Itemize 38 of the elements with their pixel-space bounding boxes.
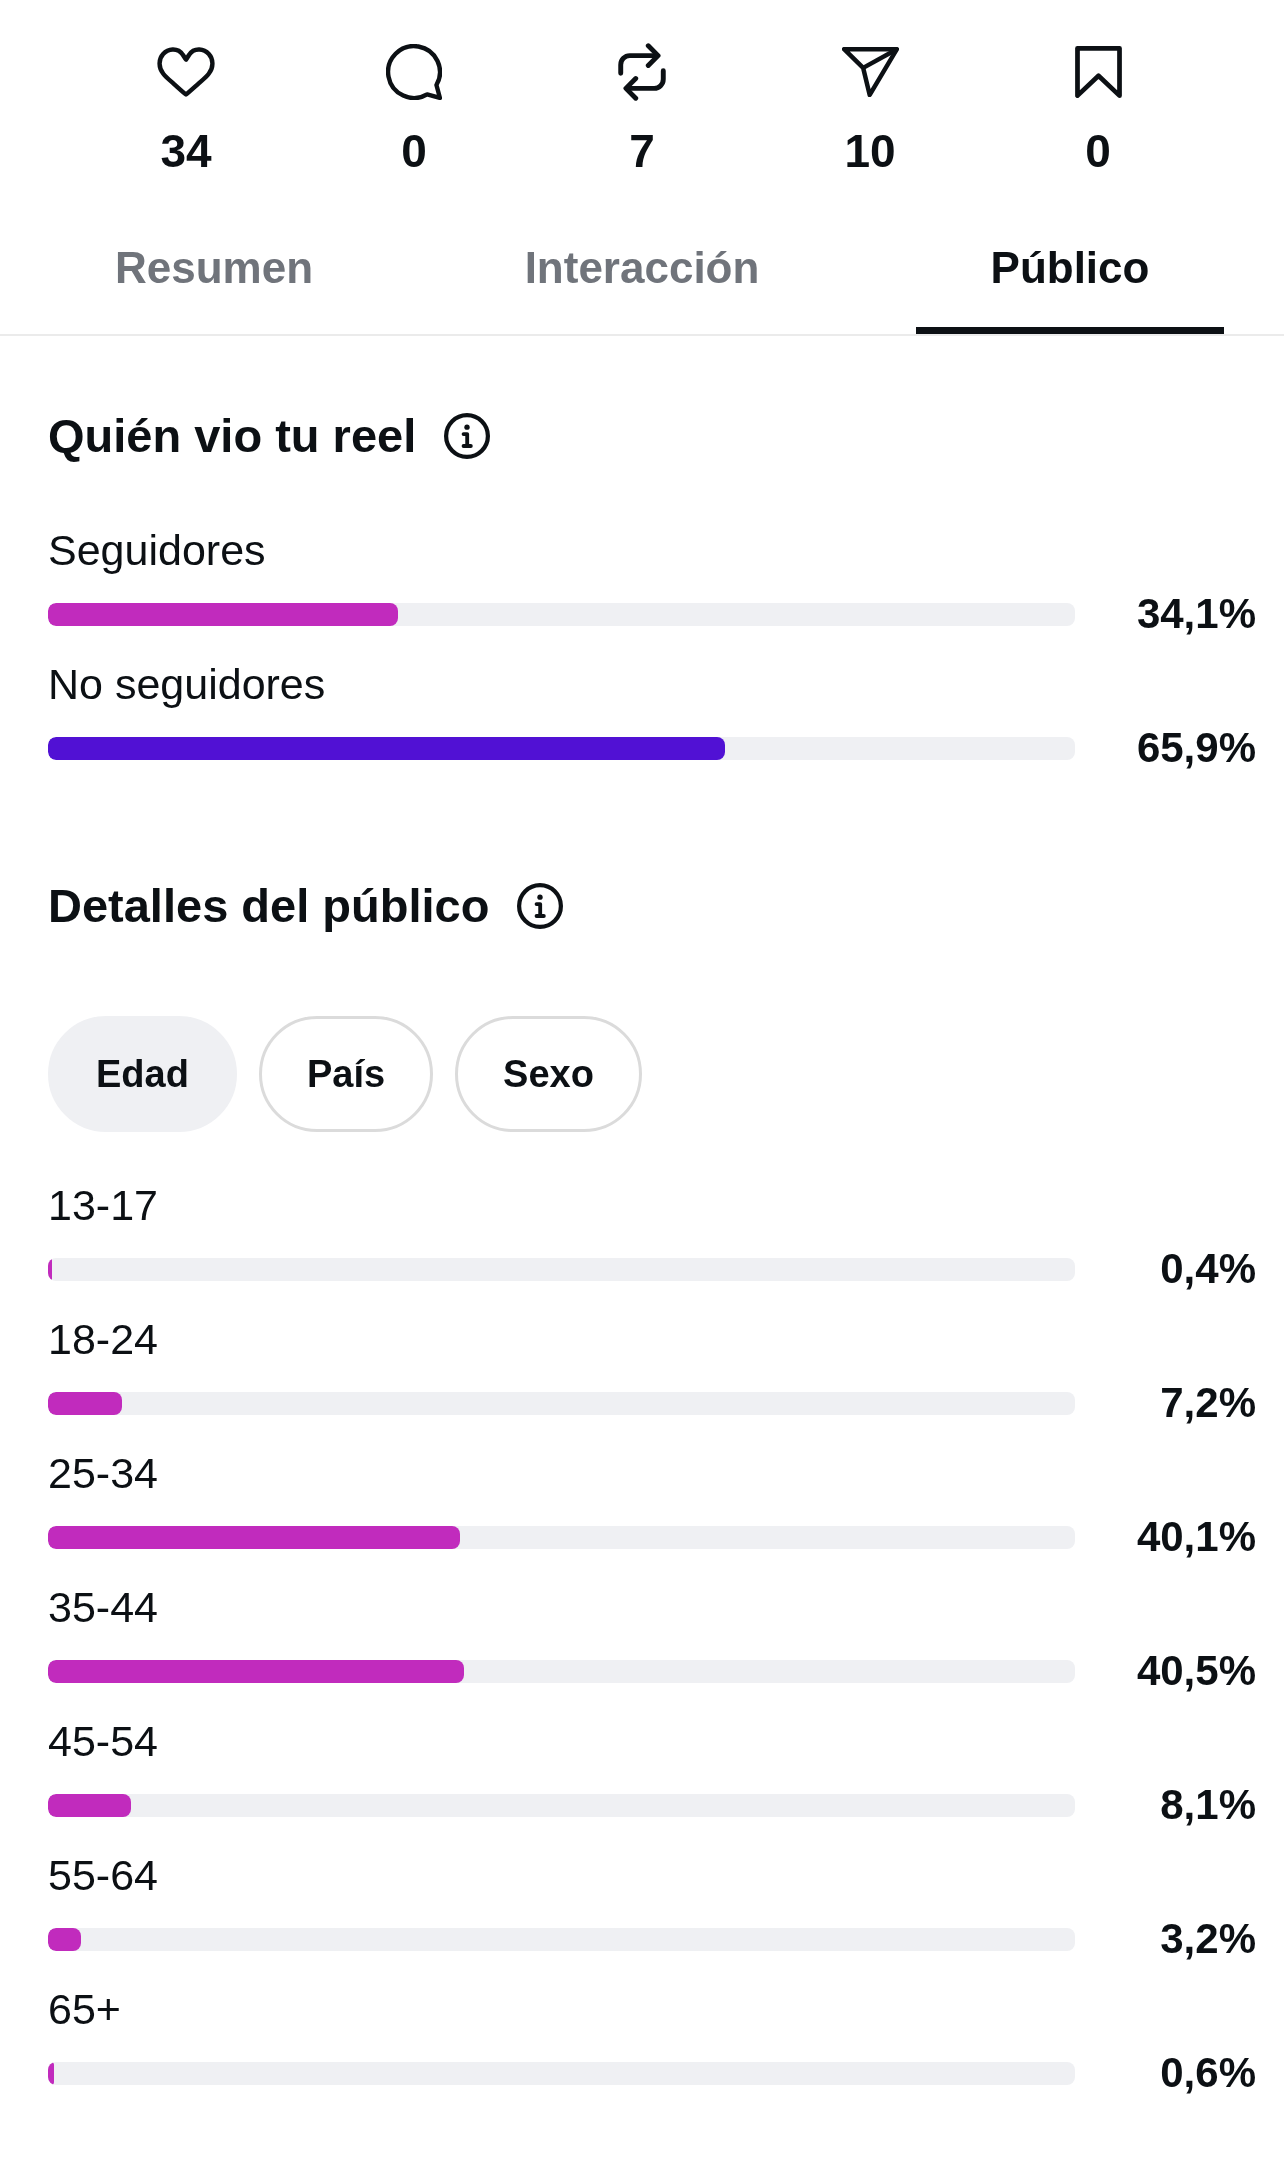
percentage-value: 7,2% (1160, 1379, 1256, 1427)
percentage-value: 34,1% (1136, 590, 1256, 638)
tab[interactable]: Público (856, 173, 1284, 334)
percentage-value: 8,1% (1160, 1781, 1256, 1829)
age-label: 55-64 (48, 1850, 158, 1901)
percentage-value: 0,6% (1160, 2049, 1256, 2097)
filter-chip[interactable]: Sexo (455, 1016, 642, 1132)
percentage-value: 40,1% (1136, 1513, 1256, 1561)
percentage-value: 65,9% (1136, 724, 1256, 772)
stat-count: 0 (401, 129, 427, 173)
audience-label: No seguidores (48, 659, 326, 710)
age-label: 65+ (48, 1984, 121, 2035)
speech-bubble-icon (386, 44, 442, 100)
heart-icon (157, 47, 215, 97)
paper-plane-icon (841, 47, 899, 97)
repost-arrows-icon (618, 43, 666, 101)
tab[interactable]: Resumen (0, 173, 428, 334)
age-label: 45-54 (48, 1716, 158, 1767)
info-icon[interactable] (517, 883, 564, 929)
filter-chip[interactable]: Edad (48, 1016, 237, 1132)
age-label: 25-34 (48, 1448, 158, 1499)
percentage-value: 3,2% (1160, 1915, 1256, 1963)
age-label: 18-24 (48, 1314, 158, 1365)
audience-label: Seguidores (48, 525, 266, 576)
stat-count: 34 (160, 129, 212, 173)
section-title: Detalles del público (48, 878, 490, 934)
percentage-value: 40,5% (1136, 1647, 1256, 1695)
section-title: Quién vio tu reel (48, 408, 417, 464)
stat-count: 10 (844, 129, 896, 173)
stat-count: 0 (1085, 129, 1111, 173)
age-label: 13-17 (48, 1180, 158, 1231)
percentage-value: 0,4% (1160, 1245, 1256, 1293)
info-icon[interactable] (444, 413, 491, 459)
age-label: 35-44 (48, 1582, 158, 1633)
stat-count: 7 (629, 129, 655, 173)
filter-chip[interactable]: País (258, 1016, 434, 1132)
bookmark-icon (1074, 46, 1122, 98)
tab[interactable]: Interacción (428, 173, 856, 334)
